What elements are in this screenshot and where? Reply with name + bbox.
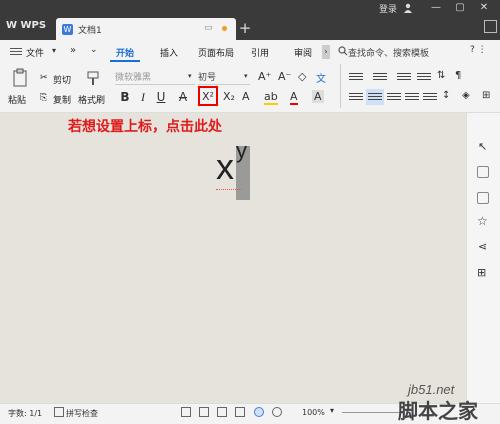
justify-icon[interactable]	[405, 91, 419, 103]
fullscreen-icon[interactable]	[181, 407, 191, 417]
more-icon[interactable]: »	[70, 45, 76, 56]
minimize-icon[interactable]: —	[426, 1, 446, 15]
star-icon[interactable]: ☆	[477, 214, 488, 228]
shapes-icon[interactable]	[477, 166, 489, 178]
format-painter-icon[interactable]	[86, 70, 100, 86]
text-effect-icon[interactable]: A	[242, 90, 250, 103]
copy-button[interactable]: 复制	[53, 93, 71, 106]
tab-review[interactable]: 审阅	[294, 46, 312, 59]
spell-error-underline	[216, 186, 242, 190]
base-text[interactable]: x	[216, 146, 234, 188]
search-icon	[338, 46, 348, 56]
paste-button[interactable]: 粘贴	[8, 93, 26, 106]
distributed-icon[interactable]	[423, 91, 437, 103]
chevron-down-icon[interactable]: ▾	[188, 72, 192, 80]
superscript-button[interactable]: X²	[201, 89, 215, 105]
font-name-select[interactable]: 微软雅黑	[115, 70, 195, 85]
wps-logo[interactable]: W WPS	[6, 20, 46, 31]
sidebar-toggle-icon[interactable]	[484, 20, 497, 33]
shrink-font-icon[interactable]: A⁻	[278, 70, 291, 83]
zoom-level[interactable]: 100%	[302, 408, 325, 417]
new-tab-button[interactable]: +	[236, 18, 254, 40]
menu-file[interactable]: 文件	[26, 46, 44, 59]
grow-font-icon[interactable]: A⁺	[258, 70, 271, 83]
char-shading-icon[interactable]: A	[312, 90, 324, 103]
zoom-out-icon[interactable]: ▾	[330, 406, 334, 415]
web-view-icon[interactable]	[254, 407, 264, 417]
align-center-icon[interactable]	[366, 89, 384, 105]
tab-insert[interactable]: 插入	[160, 46, 178, 59]
underline-button[interactable]: U	[154, 89, 168, 105]
border-icon[interactable]: ⊞	[482, 90, 490, 101]
decrease-indent-icon[interactable]	[397, 71, 411, 83]
zoom-slider[interactable]	[342, 412, 402, 413]
outline-view-icon[interactable]	[235, 407, 245, 417]
align-right-icon[interactable]	[387, 91, 401, 103]
copy-icon[interactable]: ⎘	[40, 93, 47, 103]
shading-icon[interactable]: ◈	[462, 90, 470, 101]
collapse-icon[interactable]: ⌄	[90, 45, 98, 55]
help-icon[interactable]: ?	[470, 45, 475, 55]
read-mode-icon[interactable]	[199, 407, 209, 417]
writer-doc-icon: W	[62, 24, 73, 35]
wps-logo-icon: W	[6, 20, 21, 31]
grid-icon[interactable]: ⊞	[477, 266, 486, 279]
eye-protect-icon[interactable]	[272, 407, 282, 417]
phonetic-icon[interactable]: 文	[316, 70, 326, 85]
scissors-icon[interactable]: ✂	[40, 73, 48, 83]
search-input[interactable]: 查找命令、搜索模板	[348, 46, 429, 59]
share-icon[interactable]: ⋖	[478, 240, 487, 253]
right-sidebar	[466, 113, 500, 403]
scroll-tabs-icon[interactable]: ›	[322, 45, 330, 59]
bold-button[interactable]: B	[118, 89, 132, 105]
strikethrough-button[interactable]: A	[176, 89, 190, 105]
align-left-icon[interactable]	[349, 91, 363, 103]
hamburger-icon[interactable]	[10, 46, 22, 57]
cursor-icon[interactable]: ↖	[478, 140, 487, 153]
settings-icon[interactable]: ⋮	[478, 45, 487, 55]
watermark-name: 脚本之家	[398, 399, 478, 423]
numbered-list-icon[interactable]	[373, 71, 387, 83]
sort-icon[interactable]: ⇅	[437, 70, 445, 81]
cut-button[interactable]: 剪切	[53, 73, 71, 86]
tab-reference[interactable]: 引用	[251, 46, 269, 59]
bullet-list-icon[interactable]	[349, 71, 363, 83]
menu-right-icons: ? ⋮	[470, 45, 487, 55]
word-count[interactable]: 字数: 1/1	[8, 408, 42, 419]
increase-indent-icon[interactable]	[417, 71, 431, 83]
user-icon[interactable]	[403, 3, 413, 13]
style-icon[interactable]	[477, 192, 489, 204]
login-link[interactable]: 登录	[379, 2, 397, 15]
spell-check-icon[interactable]	[54, 407, 64, 417]
annotation-text: 若想设置上标，点击此处	[68, 119, 222, 135]
ribbon-toolbar	[0, 62, 500, 113]
page-view-icon[interactable]	[217, 407, 227, 417]
superscript-text[interactable]: y	[236, 138, 247, 164]
font-size-select[interactable]: 初号	[198, 70, 250, 85]
subscript-button[interactable]: X₂	[222, 89, 236, 105]
document-tab-label: 文档1	[78, 26, 102, 36]
chevron-down-icon[interactable]: ▾	[52, 46, 56, 55]
spell-check-button[interactable]: 拼写检查	[66, 408, 98, 419]
document-tab[interactable]: W 文档1 ▭	[56, 18, 236, 40]
paragraph-mark-icon[interactable]: ¶	[455, 70, 461, 81]
maximize-icon[interactable]: ▢	[450, 1, 470, 15]
close-icon[interactable]: ✕	[474, 1, 494, 15]
app-brand: WPS	[20, 20, 47, 31]
divider	[340, 64, 341, 108]
monitor-icon[interactable]: ▭	[204, 23, 213, 33]
format-painter-button[interactable]: 格式刷	[78, 93, 105, 106]
clear-format-icon[interactable]: ◇	[298, 70, 306, 83]
paste-icon[interactable]	[12, 68, 28, 88]
italic-button[interactable]: I	[136, 89, 150, 105]
unsaved-dot-icon	[222, 26, 227, 31]
tab-home[interactable]: 开始	[116, 46, 134, 59]
font-color-icon[interactable]: A	[290, 90, 298, 105]
chevron-down-icon[interactable]: ▾	[244, 72, 248, 80]
highlight-color-icon[interactable]: ab	[264, 90, 278, 105]
tab-page-layout[interactable]: 页面布局	[198, 46, 234, 59]
line-spacing-icon[interactable]: ↕	[442, 90, 450, 101]
